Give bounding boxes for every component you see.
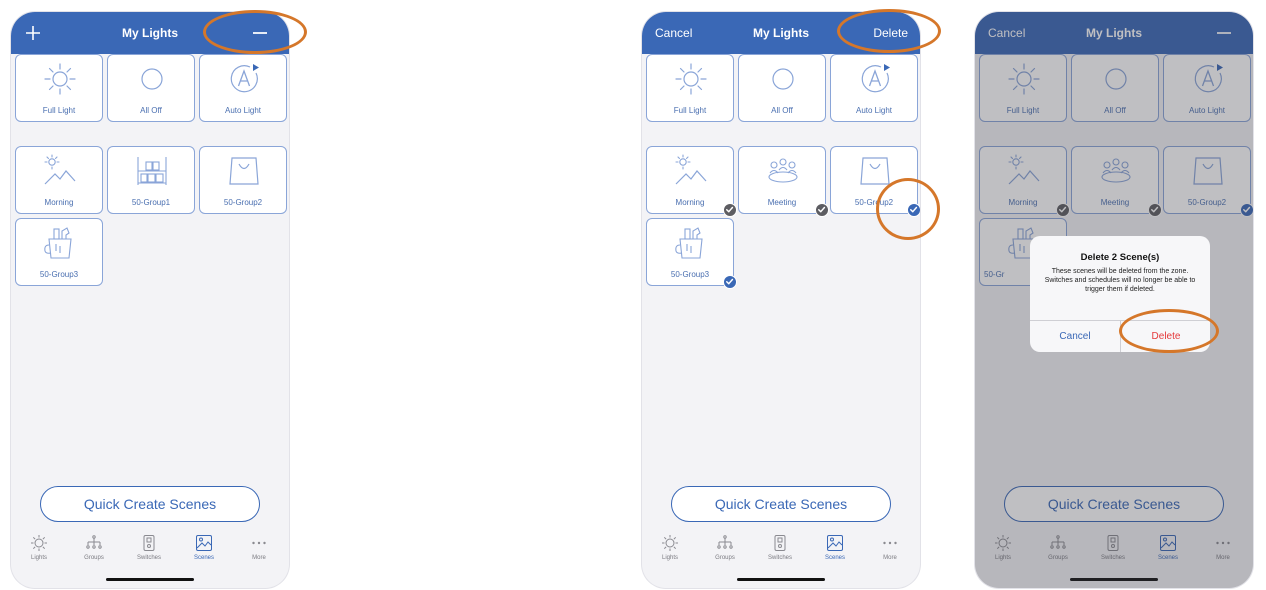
scene-label: 50-Group2 <box>223 198 263 207</box>
tab-more[interactable]: More <box>234 534 284 561</box>
tab-groups[interactable]: Groups <box>69 534 119 561</box>
selected-check-icon[interactable] <box>723 275 737 289</box>
tab-label: Switches <box>767 555 792 561</box>
scene-label: Auto Light <box>855 106 893 115</box>
scene-label: Full Light <box>673 106 707 115</box>
tab-scenes[interactable]: Scenes <box>810 534 860 561</box>
scene-label: Auto Light <box>224 106 262 115</box>
tab-label: Lights <box>661 555 678 561</box>
scene-tile[interactable]: Full Light <box>646 54 734 122</box>
tab-groups[interactable]: Groups <box>700 534 750 561</box>
morning-icon <box>42 153 78 189</box>
unselected-check-icon[interactable] <box>723 203 737 217</box>
scene-tile[interactable]: All Off <box>738 54 826 122</box>
scene-label: Morning <box>675 198 705 207</box>
scene-tile[interactable]: 50-Group3 <box>15 218 103 286</box>
bag-icon <box>226 153 262 189</box>
home-indicator <box>737 578 825 581</box>
tab-switches[interactable]: Switches <box>755 534 805 561</box>
scene-tile[interactable]: Auto Light <box>199 54 287 122</box>
tab-label: More <box>883 555 897 561</box>
home-indicator <box>106 578 194 581</box>
quick-create-scenes-button[interactable]: Quick Create Scenes <box>671 486 891 522</box>
morning-icon <box>673 153 709 189</box>
dialog-title: Delete 2 Scene(s) <box>1080 252 1160 263</box>
bucket-icon <box>673 225 709 261</box>
scene-label: Morning <box>44 198 74 207</box>
tab-bar: Lights Groups Switches Scenes More <box>642 530 920 578</box>
scene-tile[interactable]: 50-Group3 <box>646 218 737 289</box>
scene-tile[interactable]: Full Light <box>15 54 103 122</box>
quick-create-scenes-button[interactable]: Quick Create Scenes <box>40 486 260 522</box>
tab-label: More <box>252 555 266 561</box>
highlight-circle <box>203 10 307 54</box>
phone-screen-2: Cancel My Lights Delete Full Light All O… <box>642 12 920 588</box>
scene-label: All Off <box>771 106 793 115</box>
switch-icon <box>140 534 158 552</box>
sun-icon <box>673 61 709 97</box>
hierarchy-icon <box>85 534 103 552</box>
tab-label: Groups <box>715 555 735 561</box>
tab-label: Scenes <box>193 555 214 561</box>
image-icon <box>195 534 213 552</box>
tab-bar: Lights Groups Switches Scenes More <box>11 530 289 578</box>
more-icon <box>881 534 899 552</box>
highlight-circle <box>837 9 941 53</box>
meeting-icon <box>765 153 801 189</box>
scene-tile[interactable]: Morning <box>646 146 737 217</box>
tab-more[interactable]: More <box>865 534 915 561</box>
hierarchy-icon <box>716 534 734 552</box>
highlight-circle <box>1119 309 1219 353</box>
unselected-check-icon[interactable] <box>815 203 829 217</box>
switch-icon <box>771 534 789 552</box>
sun-icon <box>30 534 48 552</box>
scene-label: 50-Group3 <box>670 270 710 279</box>
more-icon <box>250 534 268 552</box>
scene-tile[interactable]: 50-Group2 <box>199 146 287 214</box>
tab-label: Groups <box>84 555 104 561</box>
circle-icon <box>134 61 170 97</box>
highlight-circle <box>876 178 940 240</box>
scene-label: All Off <box>140 106 162 115</box>
tab-label: Switches <box>136 555 161 561</box>
sun-icon <box>661 534 679 552</box>
dialog-message: These scenes will be deleted from the zo… <box>1044 268 1196 293</box>
tab-lights[interactable]: Lights <box>645 534 695 561</box>
shelf-icon <box>134 153 170 189</box>
tab-scenes[interactable]: Scenes <box>179 534 229 561</box>
tab-label: Lights <box>30 555 47 561</box>
scene-tile[interactable]: 50-Group1 <box>107 146 195 214</box>
phone-screen-3: Cancel My Lights Full Light All Off Auto… <box>975 12 1253 588</box>
circle-icon <box>765 61 801 97</box>
image-icon <box>826 534 844 552</box>
tab-label: Scenes <box>824 555 845 561</box>
tab-lights[interactable]: Lights <box>14 534 64 561</box>
scene-label: 50-Group3 <box>39 270 79 279</box>
scene-tile[interactable]: Morning <box>15 146 103 214</box>
scene-tile[interactable]: Auto Light <box>830 54 918 122</box>
scene-label: 50-Group1 <box>131 198 171 207</box>
scene-tile[interactable]: Meeting <box>738 146 829 217</box>
auto-light-icon <box>226 61 262 97</box>
scene-tile[interactable]: All Off <box>107 54 195 122</box>
auto-light-icon <box>857 61 893 97</box>
scene-label: Meeting <box>767 198 797 207</box>
sun-icon <box>42 61 78 97</box>
dialog-cancel-button[interactable]: Cancel <box>1030 321 1120 352</box>
phone-screen-1: My Lights Full Light All Off Auto Light … <box>11 12 289 588</box>
scene-label: Full Light <box>42 106 76 115</box>
tab-switches[interactable]: Switches <box>124 534 174 561</box>
bucket-icon <box>42 225 78 261</box>
